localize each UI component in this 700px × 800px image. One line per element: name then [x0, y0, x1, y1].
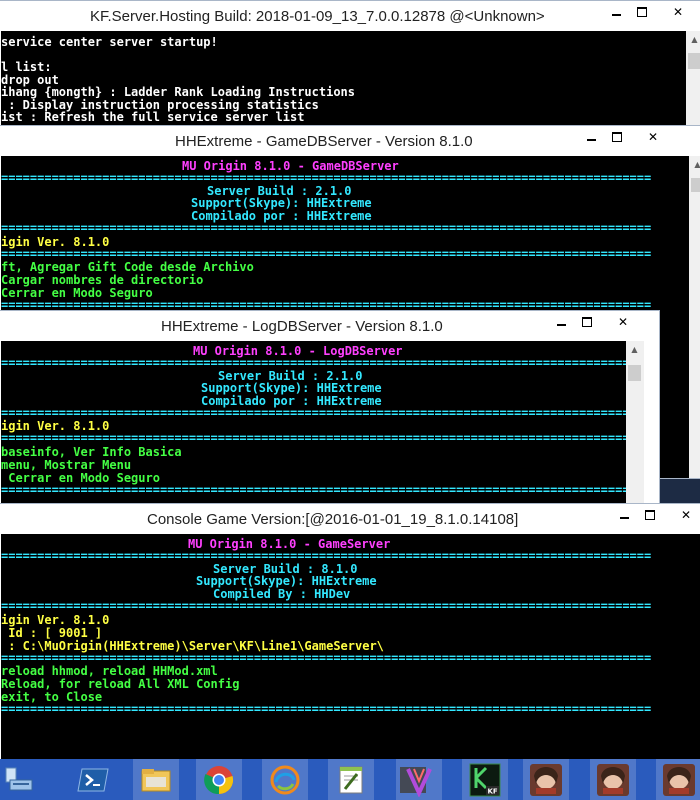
scroll-up-icon[interactable]: ▲ [626, 341, 643, 358]
separator: ========================================… [1, 431, 626, 445]
taskbar-game-client-1[interactable] [523, 759, 569, 800]
separator: ========================================… [1, 406, 626, 420]
game-client-icon-1 [530, 763, 562, 796]
kf-scrollbar[interactable]: ▲ [686, 31, 700, 131]
logdb-scrollbar[interactable]: ▲ [626, 341, 644, 504]
scroll-up-icon[interactable]: ▲ [689, 156, 700, 173]
command-line: ft, Agregar Gift Code desde Archivo [1, 260, 254, 274]
scroll-up-icon[interactable]: ▲ [686, 31, 700, 48]
separator: ========================================… [1, 599, 652, 613]
console-line: service center server startup! [1, 35, 218, 49]
notepad-plus-icon [339, 766, 363, 793]
separator: ========================================… [1, 651, 652, 665]
kf-server-window[interactable]: KF.Server.Hosting Build: 2018-01-09_13_7… [0, 0, 700, 132]
taskbar-v-app[interactable] [396, 759, 442, 800]
minimize-button[interactable] [603, 1, 629, 22]
taskbar-kf-server[interactable]: KF [462, 759, 508, 800]
minimize-button[interactable] [548, 311, 574, 332]
close-button[interactable]: ✕ [663, 504, 700, 525]
command-line: menu, Mostrar Menu [1, 458, 132, 472]
maximize-button[interactable] [604, 126, 630, 147]
server-id-line: Id : [ 9001 ] [1, 626, 103, 640]
gamedb-window-title: HHExtreme - GameDBServer - Version 8.1.0 [175, 133, 473, 150]
console-line: l list: [1, 60, 52, 74]
taskbar-swirl-app[interactable] [262, 759, 308, 800]
command-line: Cargar nombres de directorio [1, 273, 204, 287]
support-info: Support(Skype): HHExtreme [196, 574, 377, 588]
taskbar-file-explorer[interactable] [133, 759, 179, 800]
kf-server-icon: KF [469, 763, 501, 796]
logdb-server-window[interactable]: HHExtreme - LogDBServer - Version 8.1.0 … [0, 310, 660, 505]
maximize-button[interactable] [574, 311, 600, 332]
scroll-thumb[interactable] [628, 365, 641, 381]
taskbar-server-manager[interactable] [0, 759, 42, 800]
svg-text:KF: KF [488, 787, 498, 795]
logdb-window-title: HHExtreme - LogDBServer - Version 8.1.0 [161, 318, 443, 335]
server-manager-icon [5, 767, 33, 790]
minimize-button[interactable] [611, 504, 637, 525]
scroll-thumb[interactable] [691, 178, 700, 192]
close-button[interactable]: ✕ [600, 311, 646, 332]
maximize-button[interactable] [629, 1, 655, 22]
console-line: ihang {mongth} : Ladder Rank Loading Ins… [1, 85, 356, 99]
minimize-button[interactable] [578, 126, 604, 147]
taskbar: KF [0, 759, 700, 800]
kf-console[interactable]: service center server startup! l list: d… [1, 31, 686, 131]
logdb-title-bar[interactable]: HHExtreme - LogDBServer - Version 8.1.0 … [0, 311, 659, 341]
taskbar-game-client-2[interactable] [590, 759, 636, 800]
separator: ========================================… [1, 171, 652, 185]
gameserver-title-bar[interactable]: Console Game Version:[@2016-01-01_19_8.1… [0, 504, 700, 534]
app-v-icon [406, 767, 432, 797]
taskbar-chrome[interactable] [196, 759, 242, 800]
support-info: Support(Skype): HHExtreme [191, 196, 372, 210]
console-line: ist : Refresh the full service server li… [1, 110, 305, 124]
gameserver-console[interactable]: MU Origin 8.1.0 - GameServer ===========… [1, 534, 700, 759]
separator: ========================================… [1, 221, 652, 235]
close-button[interactable]: ✕ [655, 1, 700, 22]
gamedb-title-bar[interactable]: HHExtreme - GameDBServer - Version 8.1.0… [0, 126, 700, 156]
file-explorer-icon [141, 768, 171, 791]
command-line: Reload, for reload All XML Config [1, 677, 240, 691]
separator: ========================================… [1, 483, 626, 497]
taskbar-powershell[interactable] [70, 759, 116, 800]
command-line: baseinfo, Ver Info Basica [1, 445, 182, 459]
command-line: reload hhmod, reload HHMod.xml [1, 664, 218, 678]
gamedb-scrollbar[interactable]: ▲ [689, 156, 700, 478]
separator: ========================================… [1, 549, 652, 563]
separator: ========================================… [1, 247, 652, 261]
taskbar-game-client-3[interactable] [656, 759, 700, 800]
logdb-console[interactable]: MU Origin 8.1.0 - LogDBServer ==========… [1, 341, 626, 504]
scroll-thumb[interactable] [688, 53, 700, 69]
close-button[interactable]: ✕ [630, 126, 676, 147]
game-client-icon-3 [663, 763, 695, 796]
version-line: igin Ver. 8.1.0 [1, 613, 110, 627]
separator: ========================================… [1, 702, 652, 716]
kf-title-bar[interactable]: KF.Server.Hosting Build: 2018-01-09_13_7… [0, 1, 700, 31]
separator: ========================================… [1, 356, 626, 370]
game-client-icon-2 [597, 763, 629, 796]
chrome-icon [204, 765, 234, 794]
gameserver-window-title: Console Game Version:[@2016-01-01_19_8.1… [147, 511, 519, 528]
powershell-icon [77, 768, 109, 791]
maximize-button[interactable] [637, 504, 663, 525]
taskbar-notepad-plus[interactable] [328, 759, 374, 800]
kf-window-title: KF.Server.Hosting Build: 2018-01-09_13_7… [90, 8, 545, 25]
gameserver-window[interactable]: Console Game Version:[@2016-01-01_19_8.1… [0, 503, 700, 760]
support-info: Support(Skype): HHExtreme [201, 381, 382, 395]
app-swirl-icon [270, 765, 300, 794]
